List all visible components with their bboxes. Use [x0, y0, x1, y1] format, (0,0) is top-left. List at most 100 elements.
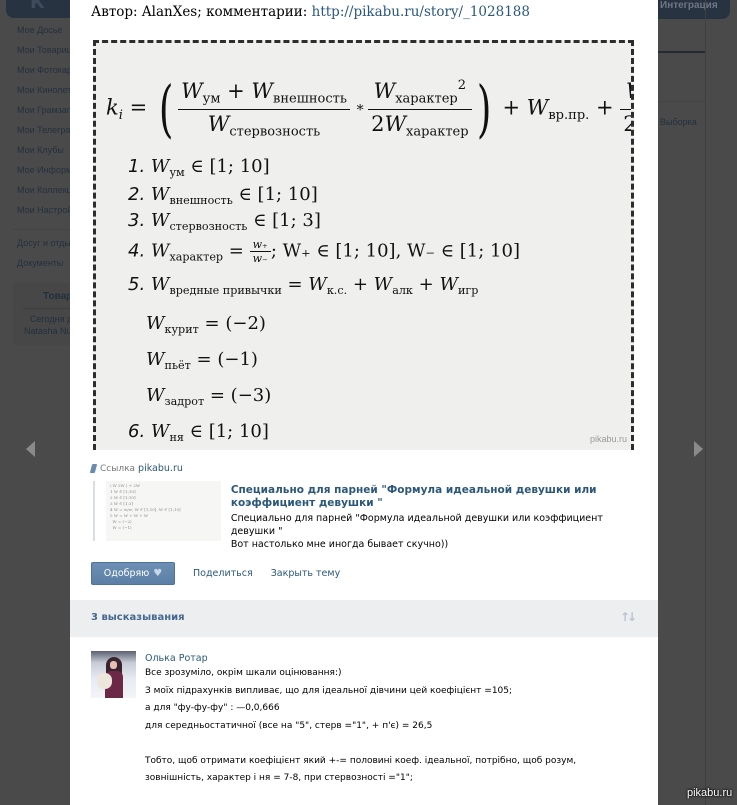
formula-item-5: 5. Wвредные привычки = Wк.с. + Wалк + Wи… — [128, 274, 479, 297]
formula-item-sub: вредные привычки — [169, 283, 282, 297]
formula-item-3: 3. Wстервозность ∈ [1; 3] — [128, 210, 321, 233]
post-comments-link[interactable]: http://pikabu.ru/story/_1028188 — [312, 4, 530, 20]
comment-text-line: а для "фу-фу-фу" : —0,0,666 — [145, 703, 280, 713]
site-watermark: pikabu.ru — [687, 787, 733, 799]
formula-item-number: 3. — [128, 210, 146, 231]
formula-lhs: k — [106, 95, 119, 120]
formula-sub: внешность — [273, 91, 347, 107]
vk-logo-icon: К — [30, 0, 45, 13]
comment-text-line: Все зрозуміло, окрім шкали оцінювання:) — [145, 668, 342, 678]
background-sidebar: Мое Досье Мои Товарищи Мои Фотокарточки … — [0, 20, 70, 345]
link-description-line: Специально для парней "Формула идеальной… — [230, 513, 603, 537]
formula-item-4: 4. Wхарактер = w₊ w₋; W₊ ∈ [1; 10], W₋ ∈ … — [128, 238, 520, 265]
formula-item-number: 1. — [128, 156, 146, 177]
background-filter-label: Выборка — [660, 117, 697, 127]
friends-box-divider — [23, 308, 70, 309]
link-thumbnail[interactable]: \ W 2W ) + 2W 1 W ∈ [1;10] 2 W ∈ [1;10] … — [106, 481, 221, 541]
sidebar-item: Мои Товарищи — [17, 45, 70, 55]
comment-text-line: Тобто, щоб отримати коефіцієнт який +-= … — [145, 755, 577, 766]
formula-item-sub: курит — [164, 322, 199, 336]
background-tab-underline — [657, 51, 706, 53]
formula-item-number: 2. — [128, 184, 146, 205]
formula-item-sub: алк — [392, 283, 413, 297]
formula-item-rest: = (−1) — [190, 349, 258, 370]
link-icon — [90, 464, 97, 473]
formula-item-rest: ∈ [1; 10] — [232, 184, 318, 205]
sidebar-item: Мои Фотокарточки — [17, 65, 70, 75]
sidebar-divider — [13, 229, 70, 230]
link-domain[interactable]: pikabu.ru — [138, 463, 183, 474]
formula-item-sub: ня — [169, 430, 184, 444]
friends-box: Товарищи Сегодня день рождения Natasha N… — [13, 283, 70, 345]
sidebar-item: Мои Коллекции — [17, 185, 70, 195]
comment-text-line: для середньостатичної (все на "5", стерв… — [145, 720, 433, 731]
formula-item-number: 6. — [128, 421, 146, 442]
link-title[interactable]: Специально для парней "Формула идеальной… — [231, 484, 613, 510]
sidebar-item: Мое Информбюро — [17, 165, 70, 175]
post-modal: Автор: AlanXes; комментарии: http://pika… — [70, 0, 658, 805]
comments-header: 3 высказывания ↑↓ — [70, 600, 658, 637]
main-formula: ki = (Wум + Wвнешность Wстервозность * Wх… — [106, 78, 631, 140]
formula-item-1: 1. Wум ∈ [1; 10] — [128, 156, 270, 179]
avatar[interactable] — [91, 651, 136, 698]
sidebar-item: Досуг и отдых — [17, 238, 70, 248]
formula-item-sub: игр — [457, 283, 479, 297]
formula-sub: характер — [406, 124, 469, 140]
friends-box-line: Сегодня день рождения — [30, 314, 70, 324]
formula-item-zadrot: Wзадрот = (−3) — [146, 385, 272, 408]
formula-sub: ум — [202, 91, 221, 107]
comment-text-line: зовнішність, характер і ня = 7-8, при ст… — [145, 773, 413, 783]
link-description-line: Вот настолько мне иногда бывает скучно)) — [230, 539, 449, 550]
formula-item-kurit: Wкурит = (−2) — [146, 313, 266, 336]
formula-lhs-sub: i — [118, 108, 123, 124]
image-watermark: pikabu.ru — [589, 434, 627, 444]
sidebar-item: Мое Досье — [17, 25, 63, 35]
sort-icon[interactable]: ↑↓ — [620, 610, 637, 624]
formula-item-rest: ; W₊ ∈ [1; 10], W₋ ∈ [1; 10] — [270, 240, 520, 262]
like-button[interactable]: Одобряю ♥ — [91, 562, 175, 585]
formula-item-2: 2. Wвнешность ∈ [1; 10] — [128, 184, 318, 207]
formula-item-sub: ум — [169, 165, 185, 179]
formula-item-sub: задрот — [164, 394, 205, 408]
link-prefix: Ссылка — [100, 463, 136, 474]
sidebar-item: Мои Грамзаписи — [17, 105, 70, 115]
comment-body: Олька Ротар Все зрозуміло, окрім шкали о… — [145, 651, 645, 788]
sidebar-item: Мои Кинолетописи — [17, 85, 70, 95]
formula-item-rest: ∈ [1; 10] — [183, 421, 269, 442]
heart-icon: ♥ — [153, 568, 163, 579]
friends-box-line: Natasha Nu — [24, 326, 70, 336]
formula-sub: стервозность — [229, 124, 321, 140]
formula-sub: вр.пр. — [548, 108, 590, 124]
formula-item-number: 4. — [128, 240, 146, 262]
formula-item-pyot: Wпьёт = (−1) — [146, 349, 258, 372]
header-right-label: Интеграция — [660, 0, 718, 11]
comment-text-line: З моїх підрахунків випливає, що для ідеа… — [145, 685, 513, 696]
formula-item-sub: к.с. — [326, 283, 348, 297]
link-snippet-text: Специально для парней "Формула идеальной… — [230, 481, 613, 550]
comment-text-line — [145, 735, 645, 753]
post-author-text: Автор: AlanXes; комментарии: — [91, 4, 312, 20]
sidebar-item: Мои Настройки — [17, 205, 70, 215]
like-label: Одобряю — [103, 568, 150, 579]
background-divider — [657, 101, 706, 102]
formula-item-sub: пьёт — [164, 358, 191, 372]
sidebar-item: Документы — [17, 258, 64, 268]
formula-item-rest: ∈ [1; 3] — [247, 210, 321, 231]
formula-item-rest: = (−3) — [204, 385, 272, 406]
formula-item-number: 5. — [128, 274, 146, 295]
previous-arrow-icon[interactable] — [26, 441, 35, 457]
background-column-edge — [705, 0, 706, 805]
formula-image[interactable]: ki = (Wум + Wвнешность Wстервозность * Wх… — [93, 40, 634, 450]
sidebar-item: Мои Клубы — [17, 145, 64, 155]
comment-author[interactable]: Олька Ротар — [145, 652, 645, 665]
formula-item-sub: характер — [169, 250, 224, 264]
formula-item-6: 6. Wня ∈ [1; 10] — [128, 421, 269, 444]
formula-item-rest: ∈ [1; 10] — [184, 156, 270, 177]
share-link[interactable]: Поделиться — [193, 568, 253, 579]
formula-item-sub: внешность — [169, 193, 233, 207]
close-topic-link[interactable]: Закрыть тему — [271, 568, 341, 579]
next-arrow-icon[interactable] — [694, 441, 703, 457]
post-actions: Одобряю ♥ Поделиться Закрыть тему — [91, 562, 340, 585]
post-author-line: Автор: AlanXes; комментарии: http://pika… — [91, 4, 530, 20]
sidebar-item: Мои Телеграммы — [17, 125, 70, 135]
